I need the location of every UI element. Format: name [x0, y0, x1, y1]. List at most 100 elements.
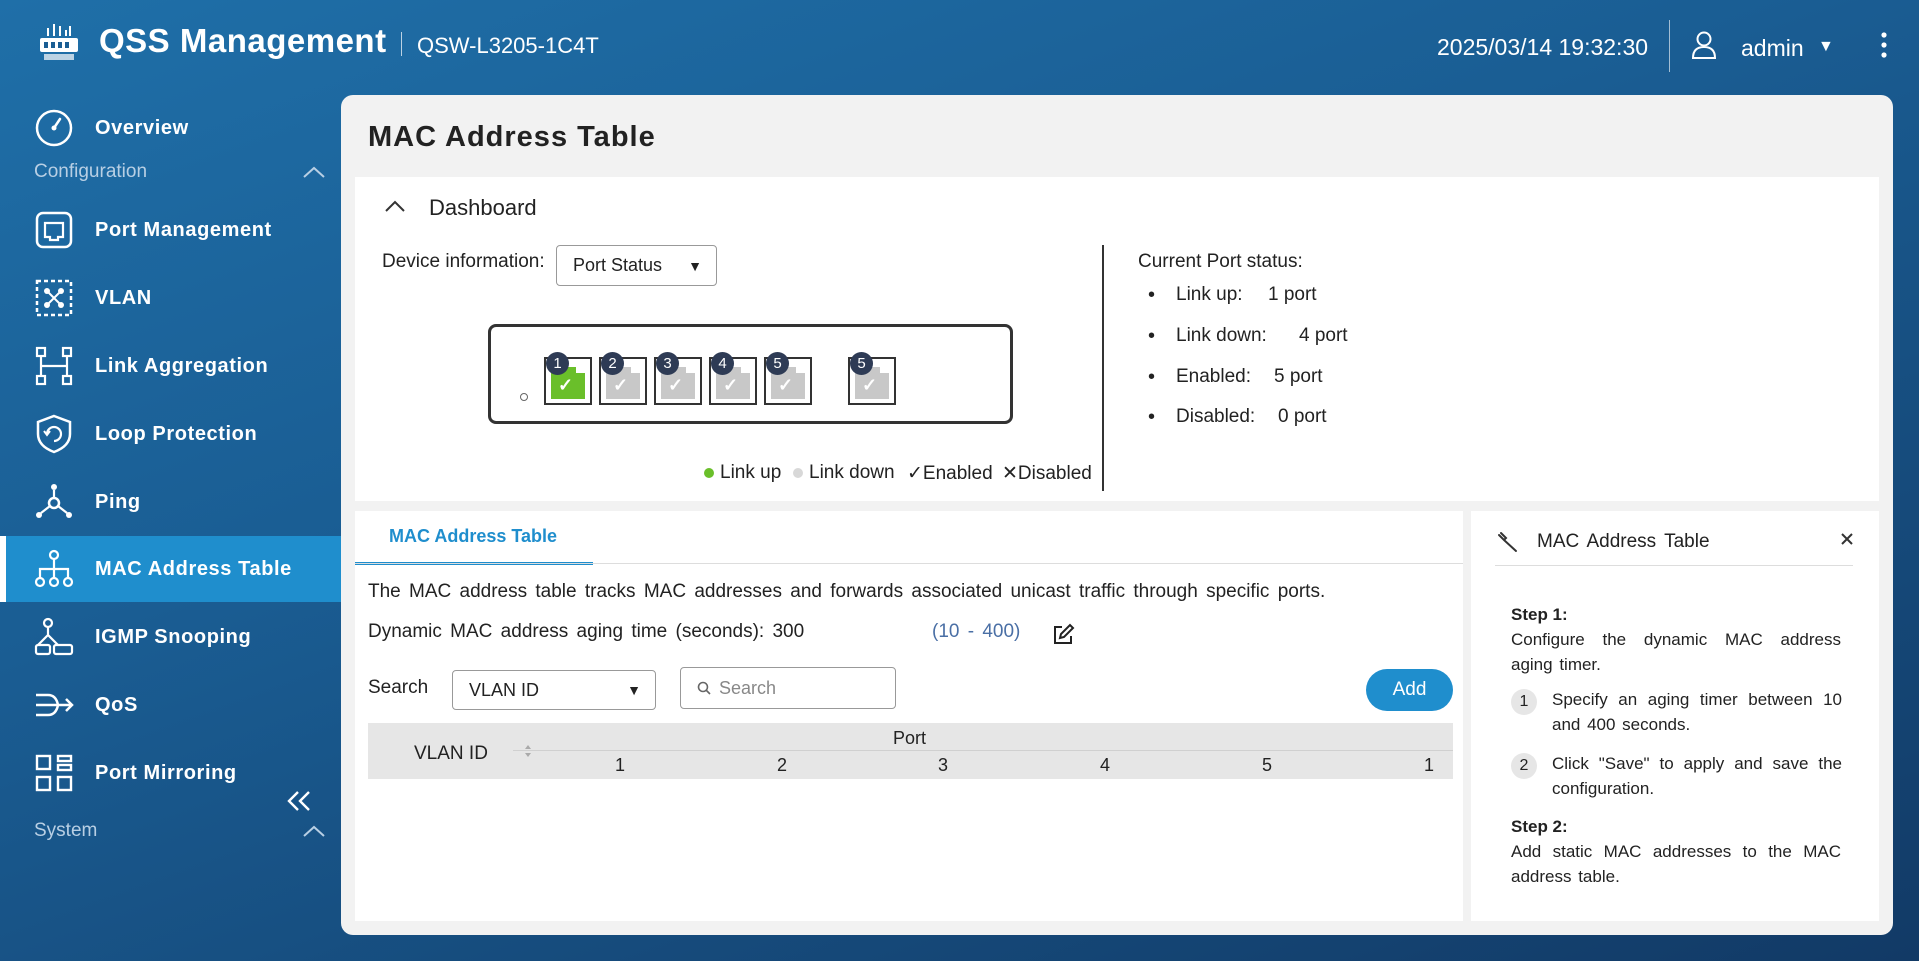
sidebar-item-label: MAC Address Table — [95, 557, 292, 580]
check-icon: ✓ — [778, 375, 794, 395]
green-dot-icon — [704, 468, 714, 478]
help-step2-title: Step 2: — [1511, 817, 1568, 836]
status-led — [520, 393, 528, 401]
top-header: QSS Management QSW-L3205-1C4T 2025/03/14… — [0, 0, 1919, 95]
caret-down-icon: ▼ — [627, 682, 641, 698]
network-tree-icon — [34, 549, 74, 588]
sidebar-item-qos[interactable]: QoS — [0, 672, 342, 738]
port-number: 2 — [601, 352, 624, 375]
chevron-up-icon[interactable] — [384, 199, 406, 213]
search-field-value: VLAN ID — [469, 679, 540, 700]
sidebar-item-vlan[interactable]: VLAN — [0, 265, 342, 331]
check-icon: ✓ — [668, 375, 684, 395]
switch-logo-icon — [40, 24, 78, 60]
port-4[interactable]: ✓ 4 — [709, 352, 757, 405]
sidebar-item-overview[interactable]: Overview — [0, 95, 342, 161]
sidebar-item-igmp-snooping[interactable]: IGMP Snooping — [0, 604, 342, 670]
port-number: 4 — [711, 352, 734, 375]
datetime: 2025/03/14 19:32:30 — [1437, 34, 1649, 60]
ping-icon — [36, 484, 72, 518]
help-substep-number: 2 — [1511, 753, 1537, 779]
user-dropdown-caret-icon[interactable]: ▼ — [1818, 38, 1834, 56]
legend-link-up: Link up — [704, 462, 781, 484]
aging-time-range: (10 - 400) — [932, 621, 1021, 642]
vlan-icon — [35, 279, 73, 317]
sidebar-item-port-management[interactable]: Port Management — [0, 197, 342, 263]
close-icon[interactable] — [1839, 531, 1855, 547]
section-configuration: Configuration — [34, 161, 148, 182]
sidebar-item-label: Overview — [95, 116, 189, 139]
column-port-1: 1 — [615, 755, 626, 775]
search-label: Search — [368, 677, 429, 698]
check-icon: ✓ — [907, 463, 923, 484]
sidebar-item-label: Ping — [95, 490, 141, 513]
collapse-sidebar-icon[interactable] — [285, 790, 313, 812]
dashboard-divider — [1102, 245, 1104, 491]
sidebar-item-link-aggregation[interactable]: Link Aggregation — [0, 333, 342, 399]
column-port: Port — [893, 728, 927, 748]
x-icon: ✕ — [1002, 463, 1018, 484]
column-port-5: 5 — [1262, 755, 1273, 775]
port-5[interactable]: ✓ 5 — [764, 352, 812, 405]
port-2[interactable]: ✓ 2 — [599, 352, 647, 405]
help-title: MAC Address Table — [1537, 531, 1710, 552]
add-button[interactable]: Add — [1366, 669, 1453, 711]
port-number: 3 — [656, 352, 679, 375]
port-3[interactable]: ✓ 3 — [654, 352, 702, 405]
page-title: MAC Address Table — [368, 121, 656, 153]
port-icon — [35, 211, 73, 249]
edit-icon[interactable] — [1051, 623, 1075, 647]
section-system: System — [34, 820, 98, 841]
search-input[interactable]: Search — [680, 667, 896, 709]
caret-down-icon: ▼ — [688, 257, 702, 274]
device-info-select[interactable]: Port Status ▼ — [556, 245, 717, 286]
chevron-up-icon[interactable] — [302, 165, 326, 179]
device-model: QSW-L3205-1C4T — [417, 33, 599, 58]
gray-dot-icon — [793, 468, 803, 478]
tab-divider — [355, 563, 1463, 564]
sidebar-item-loop-protection[interactable]: Loop Protection — [0, 401, 342, 467]
port-1[interactable]: ✓ 1 — [544, 352, 592, 405]
gauge-icon — [35, 109, 73, 147]
table-header: VLAN ID Port 1 2 3 4 5 1 — [368, 723, 1453, 779]
sidebar-item-label: VLAN — [95, 286, 152, 309]
sidebar-item-mac-address-table[interactable]: MAC Address Table — [0, 536, 342, 602]
check-icon: ✓ — [558, 375, 574, 395]
check-icon: ✓ — [862, 375, 878, 395]
port-number: 5 — [850, 352, 873, 375]
sidebar: Overview Configuration Port Management V… — [0, 95, 342, 961]
tab-mac-address-table[interactable]: MAC Address Table — [355, 511, 593, 565]
search-icon — [697, 681, 711, 695]
column-port-4: 4 — [1100, 755, 1111, 775]
column-port-uplink: 1 — [1424, 755, 1435, 775]
column-port-2: 2 — [777, 755, 788, 775]
username[interactable]: admin — [1741, 35, 1804, 62]
column-vlan-id[interactable]: VLAN ID — [414, 743, 488, 765]
wrench-icon — [1498, 532, 1517, 552]
mac-table-description: The MAC address table tracks MAC address… — [368, 581, 1326, 602]
search-field-select[interactable]: VLAN ID ▼ — [452, 670, 656, 710]
grid-icon — [35, 754, 73, 792]
column-port-3: 3 — [938, 755, 949, 775]
user-icon[interactable] — [1690, 30, 1718, 60]
legend-link-down: Link down — [793, 462, 895, 484]
sort-icon[interactable] — [523, 741, 533, 761]
search-placeholder: Search — [719, 677, 777, 698]
help-step1-title: Step 1: — [1511, 605, 1568, 624]
header-divider — [1669, 20, 1670, 72]
sidebar-item-ping[interactable]: Ping — [0, 469, 342, 535]
dashboard-card: Dashboard Device information: Port Statu… — [355, 177, 1879, 501]
check-icon: ✓ — [723, 375, 739, 395]
sidebar-item-label: IGMP Snooping — [95, 625, 252, 648]
port-5-uplink[interactable]: ✓ 5 — [848, 352, 896, 405]
sidebar-item-label: QoS — [95, 693, 138, 716]
check-icon: ✓ — [613, 375, 629, 395]
legend-disabled: ✕ Disabled — [1002, 462, 1092, 485]
mac-table-card: MAC Address Table The MAC address table … — [355, 511, 1463, 921]
chevron-up-icon[interactable] — [302, 824, 326, 838]
title-divider — [401, 32, 402, 56]
shield-icon — [36, 414, 72, 454]
help-substep-number: 1 — [1511, 689, 1537, 715]
dashboard-title: Dashboard — [429, 195, 537, 220]
more-menu-icon[interactable] — [1875, 30, 1893, 60]
